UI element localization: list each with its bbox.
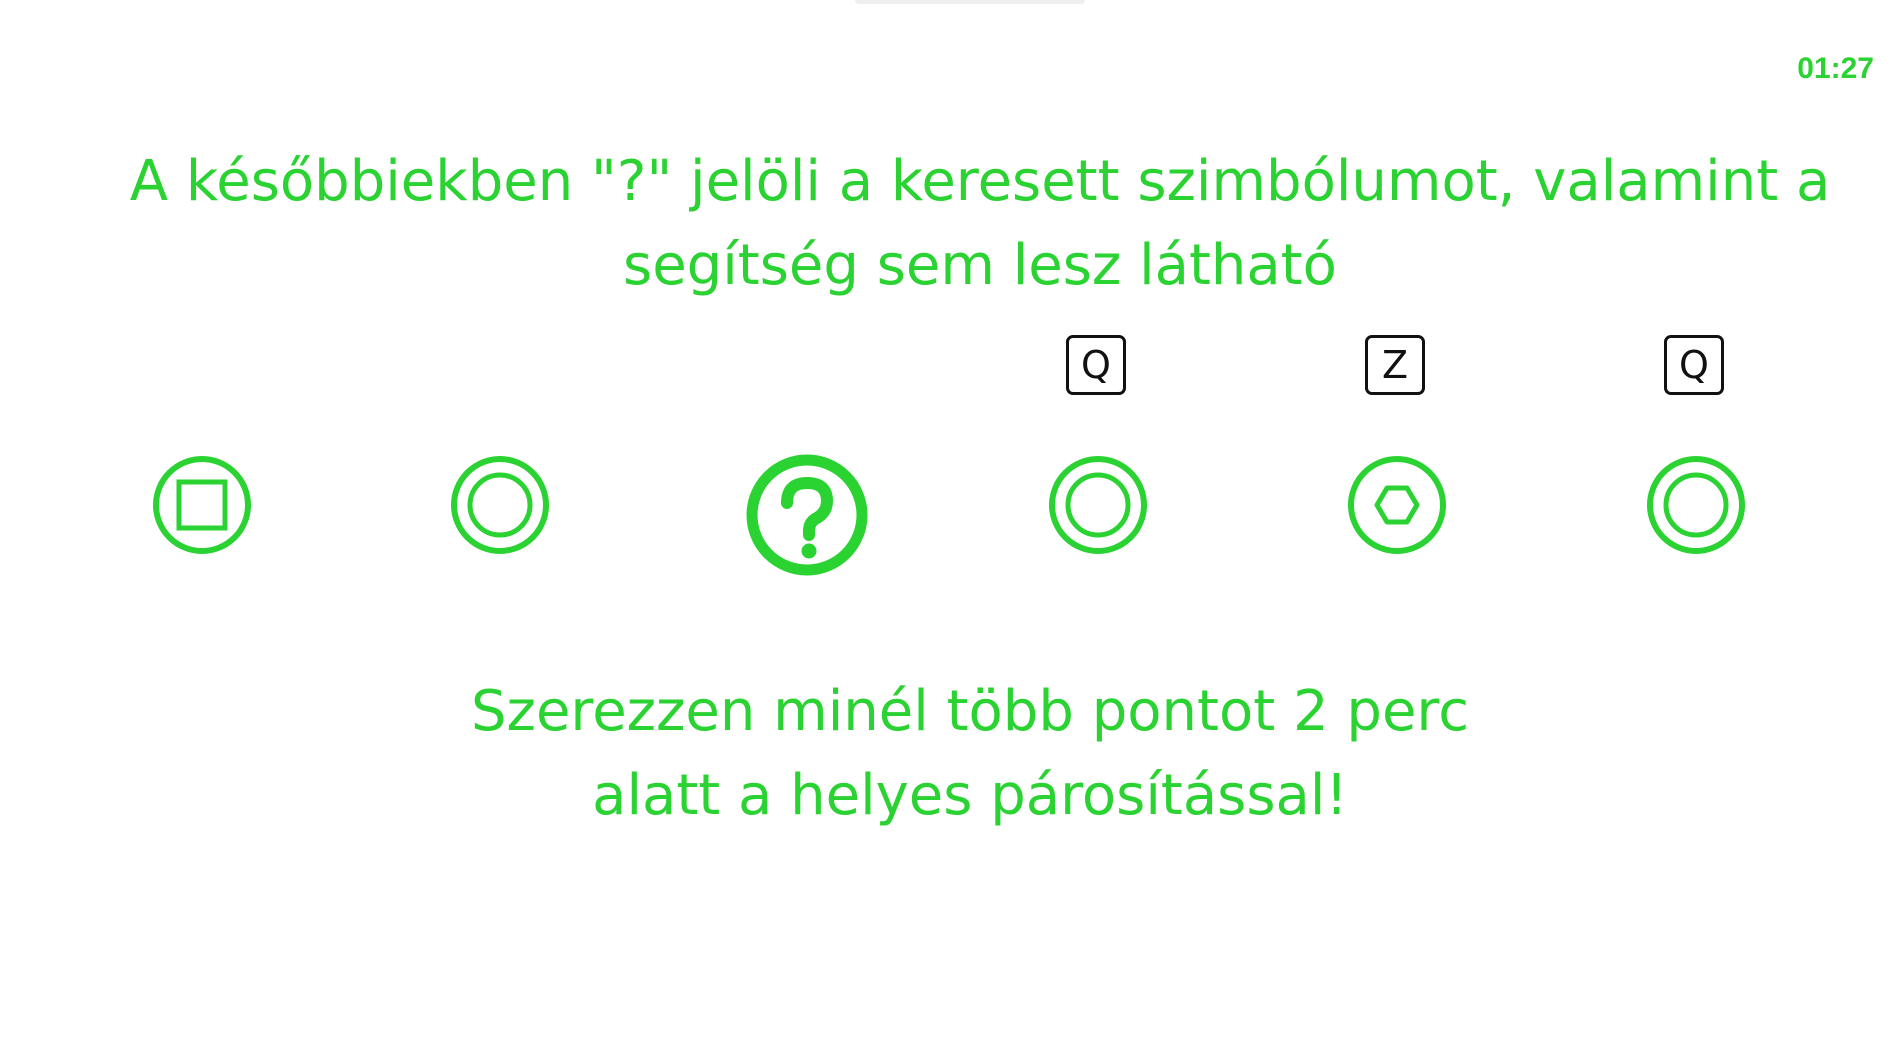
- instruction-bottom-line-2: alatt a helyes párosítással!: [592, 763, 1348, 828]
- sequence-item-6: Q: [1621, 335, 1771, 595]
- question-mark-icon: [745, 453, 869, 577]
- game-screen: 01:27 A későbbiekben "?" jelöli a kerese…: [0, 0, 1902, 1052]
- instruction-text-top: A későbbiekben "?" jelöli a keresett szi…: [129, 149, 1831, 298]
- circle-in-circle-icon: [1048, 455, 1148, 555]
- key-hint-badge: Z: [1365, 335, 1425, 395]
- top-handle: [855, 0, 1085, 4]
- circle-in-circle-icon: [1646, 455, 1746, 555]
- sequence-item-2: [425, 335, 575, 595]
- circle-in-circle-icon: [450, 455, 550, 555]
- key-hint-badge: Q: [1664, 335, 1724, 395]
- instruction-text-bottom: Szerezzen minél több pontot 2 perc alatt…: [380, 670, 1560, 838]
- hexagon-in-circle-icon: [1347, 455, 1447, 555]
- square-in-circle-icon: [152, 455, 252, 555]
- instruction-bottom-line-1: Szerezzen minél több pontot 2 perc: [471, 679, 1469, 744]
- key-hint-badge: Q: [1066, 335, 1126, 395]
- sequence-item-5: Z: [1322, 335, 1472, 595]
- countdown-timer: 01:27: [1797, 52, 1874, 85]
- sequence-item-4: Q: [1023, 335, 1173, 595]
- sequence-item-3: [732, 335, 882, 595]
- sequence-item-1: [127, 335, 277, 595]
